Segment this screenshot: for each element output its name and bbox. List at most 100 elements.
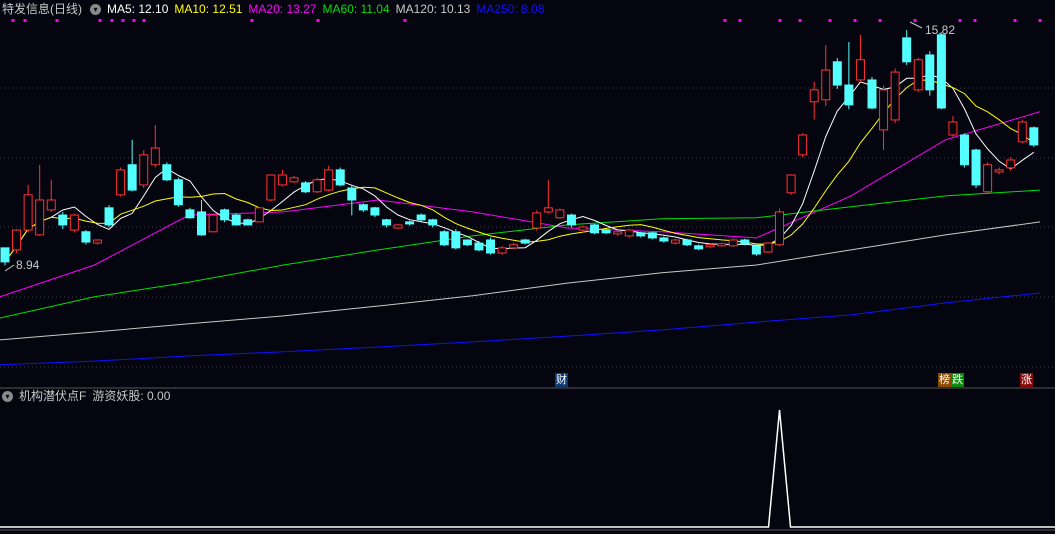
signal-dot bbox=[723, 19, 727, 22]
candle-body bbox=[347, 187, 357, 201]
candle-body bbox=[150, 147, 160, 166]
chevron-down-circle-icon[interactable]: ▾ bbox=[90, 4, 101, 16]
candle-body bbox=[821, 69, 831, 101]
ma60-label: MA60: 11.04 bbox=[322, 2, 390, 16]
signal-dot bbox=[55, 19, 59, 22]
candle-body bbox=[994, 169, 1004, 173]
candle-body bbox=[636, 232, 646, 237]
ma250-label: MA250: 8.08 bbox=[476, 2, 545, 16]
signal-dot bbox=[110, 19, 114, 22]
candle-body bbox=[58, 214, 68, 226]
signal-dot bbox=[973, 19, 977, 22]
signal-dot bbox=[853, 19, 857, 22]
candle-body bbox=[1029, 127, 1039, 146]
candle-body bbox=[301, 182, 311, 193]
signal-dot bbox=[121, 19, 125, 22]
candle-body bbox=[867, 79, 877, 109]
candle-body bbox=[775, 211, 785, 246]
ma120-label: MA120: 10.13 bbox=[395, 2, 471, 16]
candle-body bbox=[254, 207, 264, 223]
candle-body bbox=[116, 169, 126, 196]
candle-body bbox=[46, 199, 56, 211]
candle-body bbox=[12, 229, 22, 251]
candle-body bbox=[127, 164, 137, 191]
candle-body bbox=[959, 134, 969, 166]
candle-body bbox=[902, 37, 912, 63]
candle-body bbox=[185, 209, 195, 219]
candle-body bbox=[948, 121, 958, 136]
signal-dot bbox=[132, 19, 136, 22]
rise-marker[interactable]: 涨 bbox=[1020, 373, 1033, 387]
signal-dot bbox=[250, 19, 254, 22]
signal-dot bbox=[778, 19, 782, 22]
candle-body bbox=[92, 239, 102, 244]
signal-dot bbox=[738, 19, 742, 22]
candle-body bbox=[705, 244, 715, 248]
signal-dot bbox=[11, 19, 15, 22]
candle-body bbox=[566, 214, 576, 226]
main-chart-header: 特发信息(日线) ▾ MA5: 12.10 MA10: 12.51 MA20: 13.2… bbox=[2, 1, 550, 17]
signal-dot bbox=[316, 19, 320, 22]
candle-body bbox=[728, 239, 738, 247]
candle-body bbox=[197, 211, 207, 236]
candle-body bbox=[486, 239, 496, 254]
chevron-down-circle-icon[interactable]: ▾ bbox=[2, 391, 13, 403]
stock-title[interactable]: 特发信息(日线) bbox=[2, 2, 82, 16]
ma5-label: MA5: 12.10 bbox=[107, 2, 169, 16]
signal-dot bbox=[828, 19, 832, 22]
indicator-line bbox=[0, 409, 1055, 528]
candle-body bbox=[1017, 121, 1027, 143]
signal-dot bbox=[798, 19, 802, 22]
candle-body bbox=[832, 61, 842, 86]
signal-dot bbox=[1038, 19, 1042, 22]
candle-body bbox=[462, 239, 472, 246]
candle-body bbox=[335, 169, 345, 186]
ma20-label: MA20: 13.27 bbox=[248, 2, 317, 16]
candle-body bbox=[428, 219, 438, 226]
candle-body bbox=[1006, 159, 1016, 169]
candle-body bbox=[971, 149, 981, 186]
signal-dot bbox=[98, 19, 102, 22]
ranking-marker[interactable]: 榜 bbox=[938, 373, 951, 387]
candle-body bbox=[659, 237, 669, 242]
candle-body bbox=[220, 209, 230, 221]
finance-marker[interactable]: 财 bbox=[555, 373, 568, 387]
candle-body bbox=[324, 169, 334, 191]
candle-body bbox=[670, 239, 680, 244]
signal-dot bbox=[958, 19, 962, 22]
candle-body bbox=[694, 245, 704, 250]
candle-body bbox=[393, 224, 403, 229]
candle-body bbox=[855, 59, 865, 81]
candle-body bbox=[162, 164, 172, 181]
candle-body bbox=[497, 247, 507, 254]
candle-body bbox=[590, 224, 600, 234]
candle-body bbox=[555, 209, 565, 219]
candle-body bbox=[890, 71, 900, 121]
high-price-label: 15.82 bbox=[925, 23, 955, 37]
candle-body bbox=[983, 164, 993, 193]
ma120-line bbox=[0, 221, 1041, 341]
candle-body bbox=[173, 179, 183, 206]
candle-body bbox=[370, 207, 380, 216]
candle-body bbox=[532, 212, 542, 229]
candle-body bbox=[23, 194, 33, 231]
signal-dot bbox=[878, 19, 882, 22]
fall-marker[interactable]: 跌 bbox=[951, 373, 964, 387]
candle-body bbox=[509, 244, 519, 249]
high-pointer bbox=[909, 21, 923, 29]
candle-body bbox=[740, 239, 750, 245]
signal-dot bbox=[1013, 19, 1017, 22]
candle-body bbox=[613, 231, 623, 235]
indicator-name[interactable]: 机构潜伏点F bbox=[19, 389, 86, 403]
ma250-line bbox=[0, 292, 1041, 366]
kline-chart[interactable]: 15.82 8.94 bbox=[0, 0, 1055, 534]
candle-body bbox=[798, 134, 808, 156]
candle-body bbox=[139, 154, 149, 186]
candle-body bbox=[381, 219, 391, 226]
candle-body bbox=[925, 54, 935, 91]
signal-dot bbox=[23, 19, 27, 22]
low-price-label: 8.94 bbox=[16, 258, 40, 272]
ma60-line bbox=[0, 189, 1041, 319]
candle-body bbox=[104, 207, 114, 226]
signal-dot bbox=[913, 19, 917, 22]
